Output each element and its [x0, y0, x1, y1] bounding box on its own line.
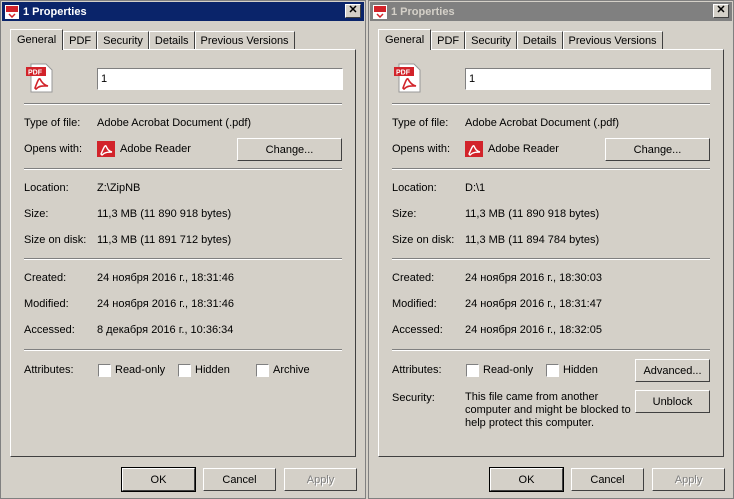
location-label: Location: [392, 182, 437, 194]
size-label: Size: [24, 208, 49, 220]
hidden-label: Hidden [195, 364, 230, 376]
tab-general[interactable]: General [378, 29, 432, 50]
cancel-button[interactable]: Cancel [571, 468, 644, 491]
size-value: 11,3 MB (11 890 918 bytes) [465, 208, 600, 220]
security-label: Security: [392, 392, 435, 404]
title-bar[interactable]: 1 Properties ✕ [370, 2, 732, 21]
general-panel: PDF Type of file: Adobe Acrobat Document… [10, 49, 356, 457]
tab-previous-versions[interactable]: Previous Versions [562, 31, 663, 49]
separator [392, 103, 710, 105]
properties-dialog-1: 1 Properties ✕ General PDF Security Deta… [0, 0, 366, 499]
advanced-button[interactable]: Advanced... [635, 359, 710, 382]
archive-label: Archive [273, 364, 310, 376]
created-value: 24 ноября 2016 г., 18:30:03 [465, 272, 602, 284]
attributes-label: Attributes: [24, 364, 74, 376]
pdf-file-icon: PDF [26, 63, 53, 93]
accessed-value: 8 декабря 2016 г., 10:36:34 [97, 324, 234, 336]
read-only-label: Read-only [483, 364, 534, 376]
archive-checkbox[interactable] [256, 364, 269, 377]
hidden-checkbox[interactable] [546, 364, 559, 377]
adobe-reader-icon [465, 141, 483, 157]
tab-details[interactable]: Details [516, 31, 563, 49]
size-on-disk-label: Size on disk: [24, 234, 87, 246]
type-label: Type of file: [24, 117, 81, 129]
size-on-disk-value: 11,3 MB (11 891 712 bytes) [97, 234, 232, 246]
opens-with-value: Adobe Reader [488, 143, 559, 155]
cancel-button[interactable]: Cancel [203, 468, 276, 491]
tab-strip: General PDF Security Details Previous Ve… [10, 29, 295, 50]
accessed-label: Accessed: [392, 324, 443, 336]
apply-button[interactable]: Apply [284, 468, 357, 491]
unblock-button[interactable]: Unblock [635, 390, 710, 413]
type-value: Adobe Acrobat Document (.pdf) [465, 117, 620, 129]
tab-pdf[interactable]: PDF [431, 31, 466, 49]
accessed-value: 24 ноября 2016 г., 18:32:05 [465, 324, 602, 336]
modified-label: Modified: [392, 298, 437, 310]
separator [24, 168, 342, 170]
size-on-disk-label: Size on disk: [392, 234, 455, 246]
properties-dialog-2: 1 Properties ✕ General PDF Security Deta… [368, 0, 734, 499]
read-only-checkbox[interactable] [98, 364, 111, 377]
created-label: Created: [24, 272, 67, 284]
change-button[interactable]: Change... [237, 138, 342, 161]
separator [24, 349, 342, 351]
security-message: This file came from another computer and… [465, 391, 631, 429]
tab-security[interactable]: Security [465, 31, 517, 49]
tab-pdf[interactable]: PDF [63, 31, 98, 49]
accessed-label: Accessed: [24, 324, 75, 336]
file-name-input[interactable] [465, 68, 711, 90]
type-label: Type of file: [392, 117, 449, 129]
location-label: Location: [24, 182, 69, 194]
hidden-checkbox[interactable] [178, 364, 191, 377]
pdf-file-icon [373, 4, 387, 19]
separator [392, 168, 710, 170]
separator [24, 258, 342, 260]
close-button[interactable]: ✕ [713, 4, 729, 18]
separator [24, 103, 342, 105]
hidden-label: Hidden [563, 364, 598, 376]
location-value: D:\1 [465, 182, 486, 194]
tab-security[interactable]: Security [97, 31, 149, 49]
location-value: Z:\ZipNB [97, 182, 141, 194]
file-name-input[interactable] [97, 68, 343, 90]
general-panel: PDF Type of file: Adobe Acrobat Document… [378, 49, 724, 457]
window-title: 1 Properties [391, 5, 455, 18]
pdf-file-icon: PDF [394, 63, 421, 93]
created-label: Created: [392, 272, 435, 284]
modified-value: 24 ноября 2016 г., 18:31:47 [465, 298, 602, 310]
change-button[interactable]: Change... [605, 138, 710, 161]
read-only-checkbox[interactable] [466, 364, 479, 377]
close-button[interactable]: ✕ [345, 4, 361, 18]
opens-with-label: Opens with: [24, 143, 83, 155]
type-value: Adobe Acrobat Document (.pdf) [97, 117, 252, 129]
read-only-label: Read-only [115, 364, 166, 376]
created-value: 24 ноября 2016 г., 18:31:46 [97, 272, 234, 284]
apply-button[interactable]: Apply [652, 468, 725, 491]
tab-details[interactable]: Details [148, 31, 195, 49]
ok-button[interactable]: OK [121, 467, 196, 492]
size-label: Size: [392, 208, 417, 220]
size-on-disk-value: 11,3 MB (11 894 784 bytes) [465, 234, 600, 246]
title-bar[interactable]: 1 Properties ✕ [2, 2, 364, 21]
pdf-file-icon [5, 4, 19, 19]
ok-button[interactable]: OK [489, 467, 564, 492]
modified-value: 24 ноября 2016 г., 18:31:46 [97, 298, 234, 310]
tab-strip: General PDF Security Details Previous Ve… [378, 29, 663, 50]
tab-previous-versions[interactable]: Previous Versions [194, 31, 295, 49]
size-value: 11,3 MB (11 890 918 bytes) [97, 208, 232, 220]
opens-with-value: Adobe Reader [120, 143, 191, 155]
modified-label: Modified: [24, 298, 69, 310]
attributes-label: Attributes: [392, 364, 442, 376]
separator [392, 258, 710, 260]
opens-with-label: Opens with: [392, 143, 451, 155]
tab-general[interactable]: General [10, 29, 64, 50]
separator [392, 349, 710, 351]
window-title: 1 Properties [23, 5, 87, 18]
adobe-reader-icon [97, 141, 115, 157]
svg-text:PDF: PDF [28, 70, 43, 77]
svg-text:PDF: PDF [396, 70, 411, 77]
